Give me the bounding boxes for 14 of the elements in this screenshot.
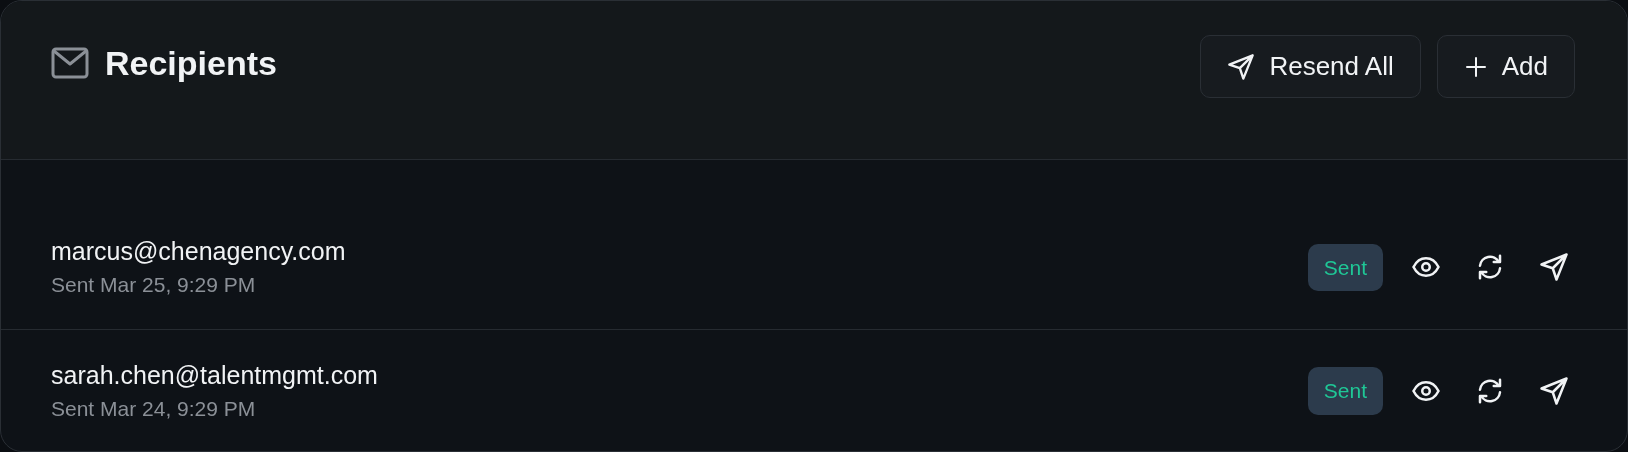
send-icon (1539, 375, 1569, 406)
resend-all-button[interactable]: Resend All (1200, 35, 1421, 98)
send-icon (1227, 52, 1256, 81)
status-badge: Sent (1307, 367, 1383, 415)
sent-timestamp: Sent Mar 24, 9:29 PM (51, 395, 257, 422)
envelope-icon (51, 47, 89, 80)
recipient-email: sarah.chen@talentmgmt.com (51, 359, 378, 391)
recipient-email: marcus@chenagency.com (51, 236, 346, 267)
send-icon (1539, 252, 1569, 283)
status-badge: Sent (1307, 243, 1383, 291)
plus-icon (1463, 54, 1488, 79)
add-button[interactable]: Add (1436, 35, 1575, 98)
section-title: Recipients (105, 43, 277, 84)
sent-timestamp: Sent Mar 25, 9:29 PM (51, 272, 257, 299)
